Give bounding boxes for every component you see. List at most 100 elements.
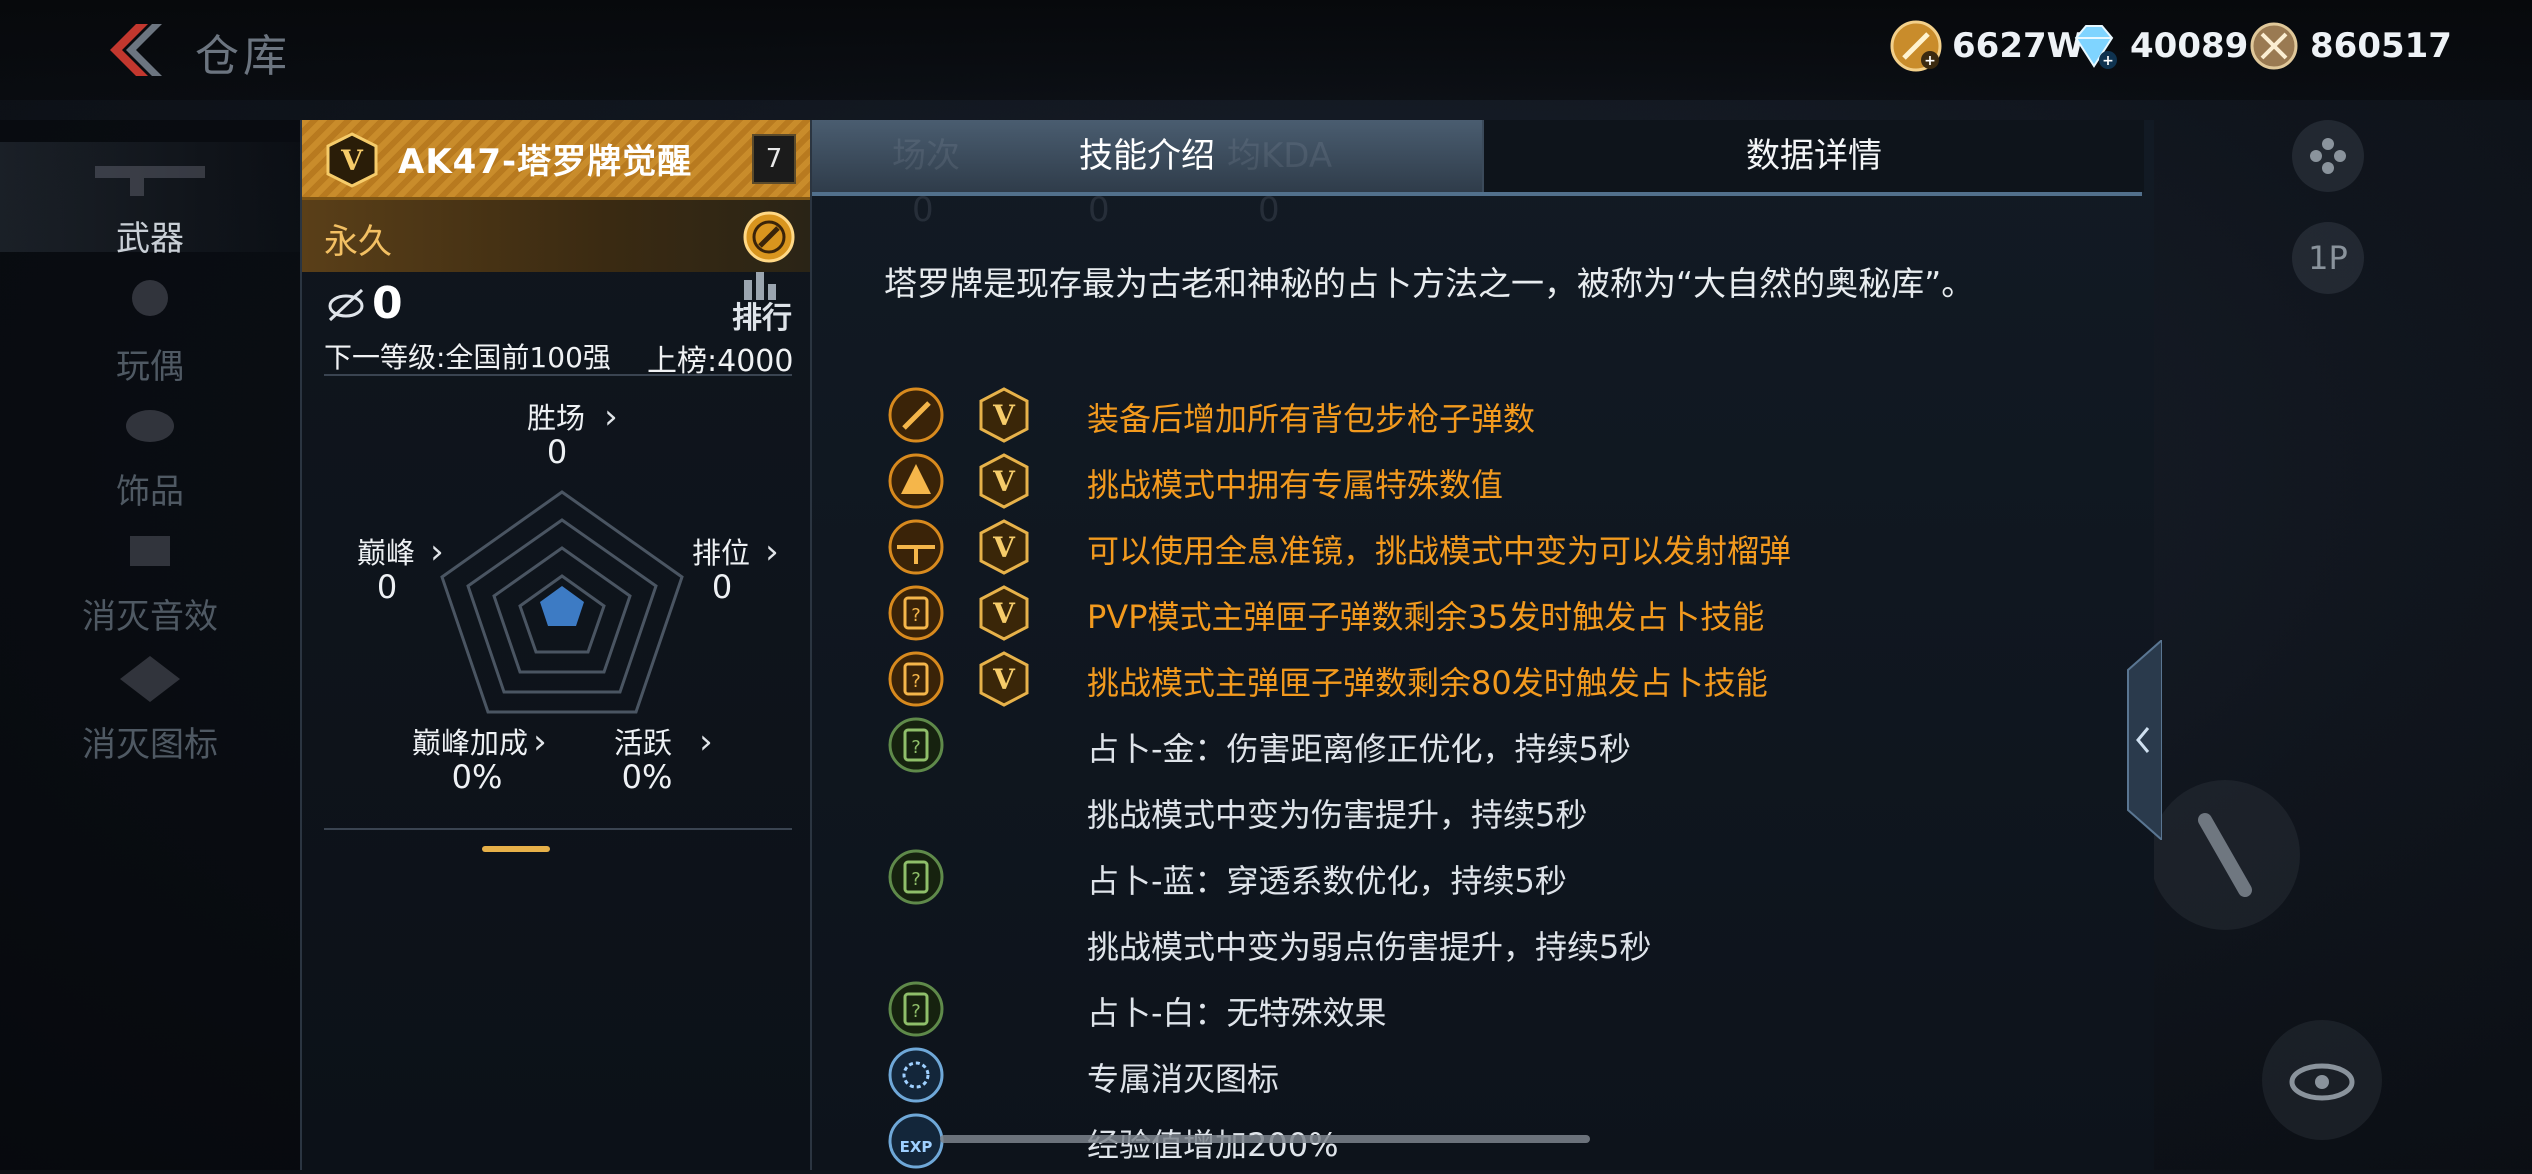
- skill-row: ? 占卜-白：无特殊效果: [812, 976, 2142, 1042]
- skill-row: 挑战模式中变为弱点伤害提升，持续5秒: [812, 910, 2142, 976]
- peak-bonus-label: 巅峰加成: [412, 726, 529, 760]
- skill-text: 挑战模式主弹匣子弹数剩余80发时触发占卜技能: [1087, 664, 1768, 702]
- win-label: 胜场: [527, 401, 586, 435]
- active-label: 活跃: [614, 726, 673, 760]
- skill-row: V 可以使用全息准镜，挑战模式中变为可以发射榴弹: [812, 514, 2142, 580]
- rifle-icon: [95, 166, 205, 196]
- chevron-right-icon: ›: [699, 722, 713, 762]
- diamond-currency[interactable]: + 40089: [2068, 18, 2248, 74]
- gold-coin-icon: +: [1890, 20, 1942, 72]
- gold-currency[interactable]: + 6627W: [1890, 18, 2084, 74]
- sidebar-item-label: 消灭图标: [82, 725, 218, 765]
- skill-intro-text: 塔罗牌是现存最为古老和神秘的占卜方法之一，被称为“大自然的奥秘库”。: [884, 264, 1975, 303]
- diamond-value: 40089: [2130, 26, 2249, 66]
- gamepad-button[interactable]: [2292, 120, 2364, 192]
- skill-text: 占卜-金：伤害距离修正优化，持续5秒: [1087, 730, 1631, 768]
- kill-count: 0: [372, 278, 403, 329]
- page-title: 仓库: [195, 31, 291, 82]
- skill-row: ? V PVP模式主弹匣子弹数剩余35发时触发占卜技能: [812, 580, 2142, 646]
- skill-row: ? 占卜-蓝：穿透系数优化，持续5秒: [812, 844, 2142, 910]
- svg-text:V: V: [992, 531, 1016, 564]
- divider: [324, 374, 792, 376]
- v-rank-icon: V: [979, 453, 1029, 509]
- tarot-card-icon: ?: [888, 585, 944, 641]
- weapon-panel: V AK47-塔罗牌觉醒 7 永久 0 排行 下一等级:全国前100强 上榜:4…: [300, 120, 812, 1170]
- weapon-name: AK47-塔罗牌觉醒: [398, 142, 693, 182]
- peak-bonus-value: 0%: [451, 758, 503, 796]
- ranked-label: 排位: [692, 536, 751, 570]
- svg-text:+: +: [1924, 53, 1936, 69]
- duration-bar: 永久: [302, 200, 812, 272]
- perspective-toggle[interactable]: 1P: [2292, 222, 2364, 294]
- kill-count-icon: [328, 288, 364, 322]
- svg-text:V: V: [340, 144, 364, 177]
- sidebar-item-dolls[interactable]: 玩偶: [0, 270, 300, 387]
- view-weapon-button[interactable]: [2262, 1020, 2382, 1140]
- ghost-value: 0: [1088, 190, 1110, 230]
- bullet-button[interactable]: [2150, 780, 2300, 930]
- skill-text: 挑战模式中变为伤害提升，持续5秒: [1087, 796, 1588, 834]
- tab-data-details[interactable]: 数据详情: [1482, 120, 2144, 192]
- svg-text:V: V: [992, 663, 1016, 696]
- chevron-right-icon: ›: [533, 722, 547, 762]
- ranked-value: 0: [711, 568, 733, 606]
- skill-row: 专属消灭图标: [812, 1042, 2142, 1108]
- ghost-header: 场次: [892, 136, 960, 176]
- svg-text:?: ?: [911, 737, 921, 758]
- v-rank-icon: V: [979, 519, 1029, 575]
- tab-skill-intro[interactable]: 场次 均KDA 技能介绍: [812, 120, 1482, 192]
- back-button[interactable]: [96, 18, 166, 82]
- chevron-right-icon: ›: [604, 397, 618, 437]
- accessory-icon: [126, 410, 174, 442]
- scope-icon: [888, 519, 944, 575]
- horizontal-scrollbar[interactable]: [940, 1135, 1590, 1143]
- compass-icon[interactable]: [742, 210, 796, 264]
- tarot-card-green-icon: ?: [888, 981, 944, 1037]
- ghost-value: 0: [1258, 190, 1280, 230]
- win-stat[interactable]: 胜场 ›: [527, 395, 618, 437]
- peak-bonus-stat[interactable]: 巅峰加成 ›: [412, 720, 547, 762]
- medal-currency[interactable]: 860517: [2248, 18, 2452, 74]
- sidebar-item-accessories[interactable]: 饰品: [0, 395, 300, 512]
- duration-label: 永久: [324, 222, 392, 262]
- skill-row: V 装备后增加所有背包步枪子弹数: [812, 382, 2142, 448]
- category-sidebar: 武器 玩偶 饰品 消灭音效 消灭图标: [0, 120, 300, 1170]
- tab-underline: [812, 192, 2142, 196]
- gold-value: 6627W: [1952, 26, 2085, 66]
- peak-stat[interactable]: 巅峰 ›: [357, 530, 444, 572]
- skill-row: ? 占卜-金：伤害距离修正优化，持续5秒: [812, 712, 2142, 778]
- svg-text:EXP: EXP: [900, 1138, 933, 1156]
- tab-bar: 场次 均KDA 技能介绍 数据详情: [812, 120, 2144, 192]
- active-stat[interactable]: 活跃 ›: [614, 720, 713, 762]
- skill-text: 挑战模式中变为弱点伤害提升，持续5秒: [1087, 928, 1652, 966]
- leaderboard-icon: 排行: [732, 272, 792, 336]
- svg-text:?: ?: [911, 1001, 921, 1022]
- skill-row: ? V 挑战模式主弹匣子弹数剩余80发时触发占卜技能: [812, 646, 2142, 712]
- back-arrow-icon: [110, 24, 162, 76]
- tab-skill-label: 技能介绍: [1079, 136, 1215, 176]
- leaderboard-button[interactable]: 排行: [730, 268, 794, 336]
- divider: [324, 828, 792, 830]
- rifle-ammo-icon: [888, 387, 944, 443]
- stats-radar-chart: [440, 490, 684, 714]
- sidebar-item-kill-sound[interactable]: 消灭音效: [0, 520, 300, 637]
- skill-row: V 挑战模式中拥有专属特殊数值: [812, 448, 2142, 514]
- ranked-stat[interactable]: 排位 ›: [692, 530, 779, 572]
- svg-text:?: ?: [911, 605, 921, 626]
- skill-text: 占卜-蓝：穿透系数优化，持续5秒: [1087, 862, 1567, 900]
- sidebar-item-label: 武器: [116, 219, 184, 259]
- svg-text:V: V: [992, 597, 1016, 630]
- svg-text:V: V: [992, 399, 1016, 432]
- sidebar-item-label: 饰品: [116, 472, 184, 512]
- v-rank-icon: V: [979, 585, 1029, 641]
- sidebar-item-kill-icon[interactable]: 消灭图标: [0, 648, 300, 765]
- weapon-header: V AK47-塔罗牌觉醒 7: [302, 120, 812, 200]
- skill-panel: 场次 均KDA 技能介绍 数据详情 0 0 0 塔罗牌是现存最为古老和神秘的占卜…: [810, 120, 2162, 1170]
- skill-text: 挑战模式中拥有专属特殊数值: [1087, 466, 1504, 504]
- sidebar-item-weapons[interactable]: 武器: [0, 142, 300, 259]
- collapse-tab[interactable]: [2122, 640, 2162, 840]
- honor-medal-icon: [2250, 22, 2298, 70]
- ghost-value: 0: [912, 190, 934, 230]
- skill-text: 专属消灭图标: [1087, 1060, 1280, 1098]
- challenge-mode-icon: [888, 453, 944, 509]
